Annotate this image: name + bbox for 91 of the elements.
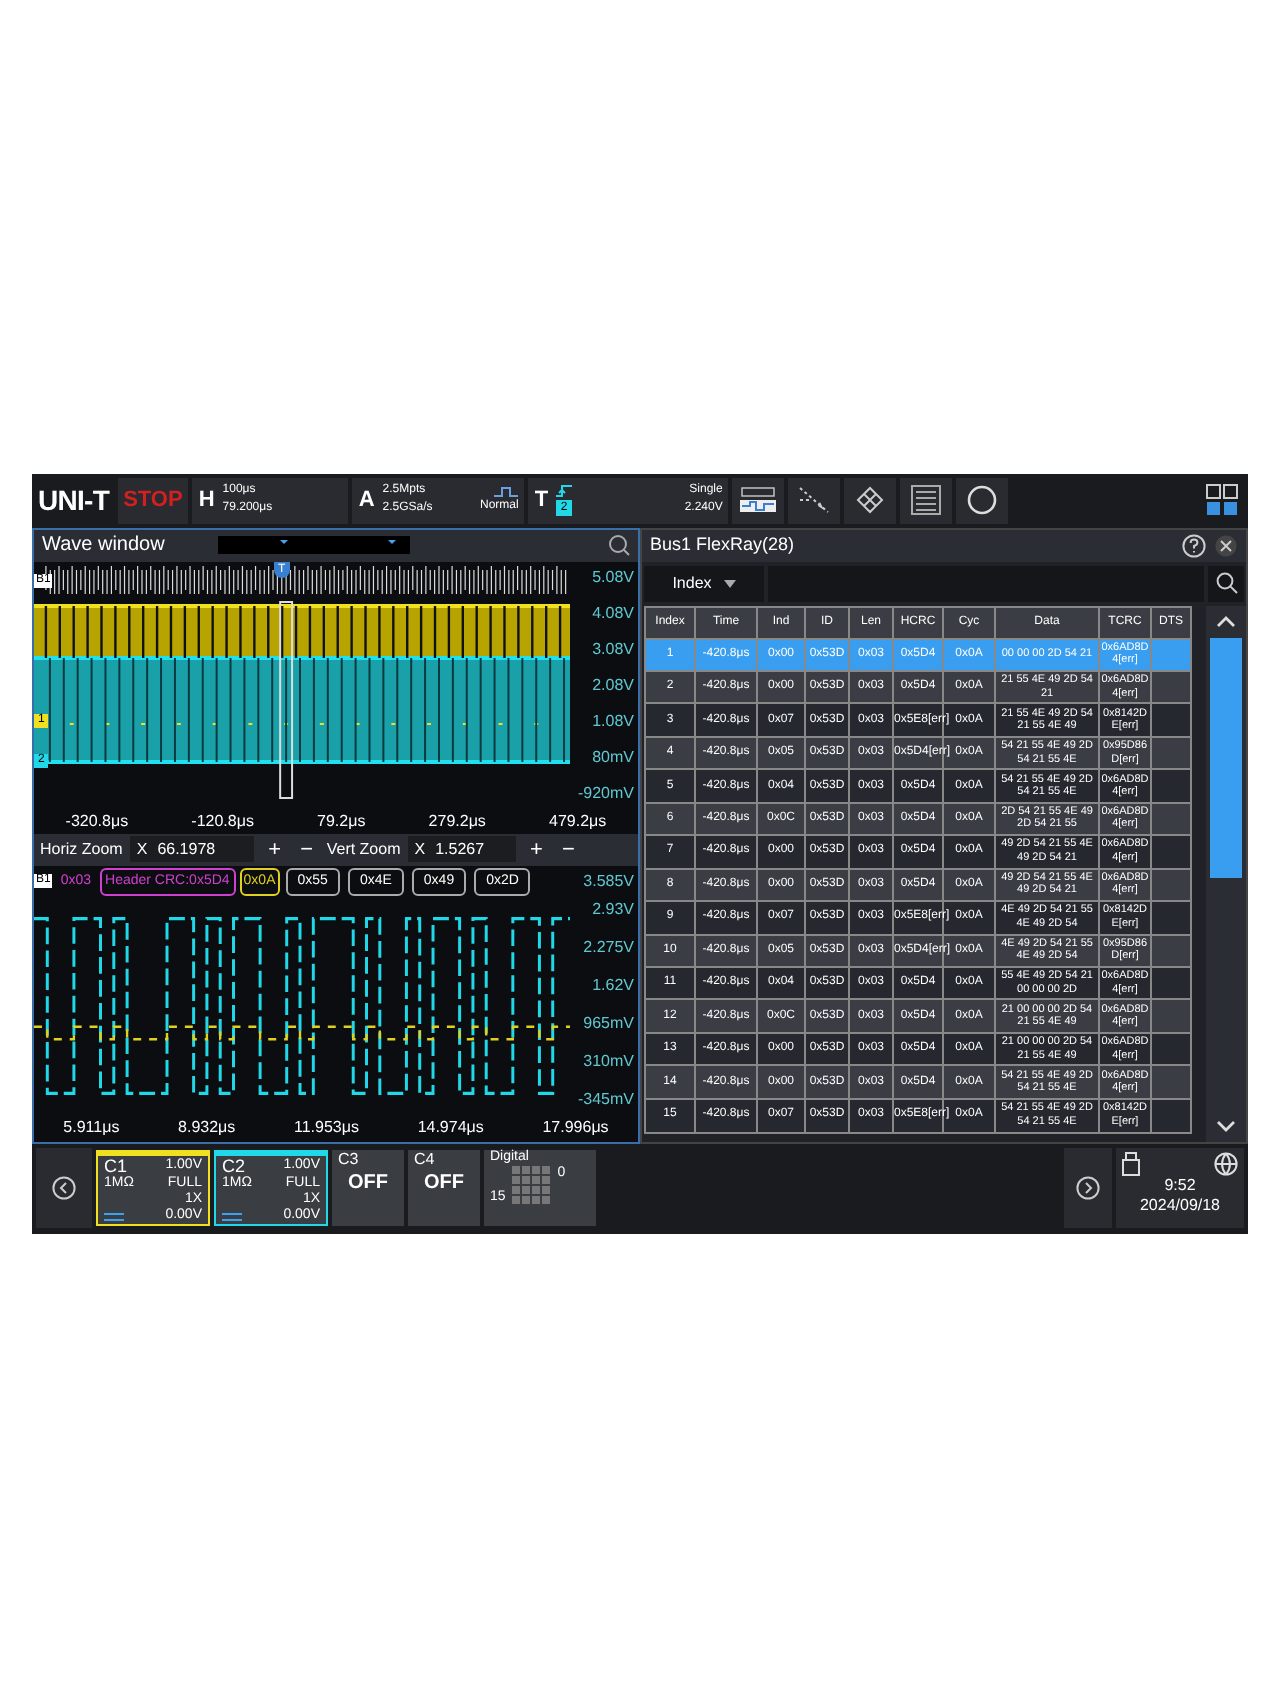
scrollbar-thumb[interactable] bbox=[1210, 637, 1242, 877]
time-label: -120.8μs bbox=[191, 809, 254, 833]
voltage-label: 5.08V bbox=[592, 565, 634, 589]
channel-card[interactable]: C4 OFF bbox=[408, 1150, 480, 1226]
previous-button[interactable] bbox=[36, 1148, 92, 1228]
scroll-down-icon[interactable] bbox=[1216, 1117, 1236, 1133]
time-label: 5.911μs bbox=[63, 1115, 120, 1139]
waveform-icon bbox=[738, 486, 779, 514]
brand-logo: UNI-T bbox=[36, 481, 112, 519]
vert-zoom-field[interactable]: X 1.5267 bbox=[408, 836, 517, 862]
time-label: 8.932μs bbox=[178, 1115, 236, 1139]
usb-drive-icon[interactable] bbox=[1122, 1152, 1140, 1176]
circle-icon bbox=[966, 484, 999, 516]
voltage-label: 80mV bbox=[592, 745, 634, 769]
channel-name: C2 bbox=[222, 1158, 246, 1176]
search-icon bbox=[1215, 572, 1237, 594]
table-cell bbox=[1151, 835, 1191, 869]
horizontal-label: H bbox=[198, 485, 215, 516]
time-label: 11.953μs bbox=[294, 1115, 359, 1139]
voltage-label: 2.93V bbox=[592, 897, 634, 921]
voltage-label: -345mV bbox=[577, 1088, 634, 1113]
network-icon[interactable] bbox=[1214, 1152, 1238, 1176]
voltage-label: 3.585V bbox=[583, 869, 636, 893]
voltage-label: -920mV bbox=[577, 781, 634, 805]
voltage-label: 1.08V bbox=[592, 709, 634, 733]
channel-name: C1 bbox=[104, 1158, 128, 1176]
multiply-sign: X bbox=[414, 837, 426, 861]
multiply-sign: X bbox=[136, 837, 148, 861]
channel-name: C3 bbox=[338, 1150, 361, 1170]
voltage-label: 4.08V bbox=[592, 601, 634, 625]
voltage-label: 1.62V bbox=[592, 973, 634, 998]
voltage-label: 2.08V bbox=[592, 673, 634, 697]
panel-title: Bus1 FlexRay(28) bbox=[650, 531, 795, 558]
voltage-label: 310mV bbox=[583, 1050, 634, 1075]
measure-tool-button[interactable] bbox=[732, 477, 785, 523]
crosshatch-icon bbox=[854, 484, 887, 516]
table-cell bbox=[1151, 703, 1191, 737]
channel-state: OFF bbox=[422, 1170, 466, 1198]
time-label: 17.996μs bbox=[542, 1115, 609, 1139]
zoom-in-button[interactable]: + bbox=[262, 837, 287, 861]
channel-card[interactable]: C3 OFF bbox=[332, 1150, 404, 1226]
table-cell bbox=[1151, 769, 1191, 803]
clock-date: 2024/09/18 bbox=[1139, 1196, 1221, 1216]
help-icon[interactable] bbox=[1182, 533, 1206, 557]
trigger-label: T bbox=[534, 485, 549, 516]
table-cell bbox=[1151, 901, 1191, 935]
zoom-label: Vert Zoom bbox=[326, 837, 401, 861]
zoom-search-icon[interactable] bbox=[608, 534, 630, 556]
voltage-label: 3.08V bbox=[592, 637, 634, 661]
channel-state: OFF bbox=[346, 1170, 390, 1198]
clock-time: 9:52 bbox=[1164, 1176, 1196, 1196]
time-label: 79.2μs bbox=[317, 809, 366, 833]
scroll-up-icon[interactable] bbox=[1216, 613, 1236, 629]
caret-icon bbox=[723, 579, 736, 587]
close-icon[interactable] bbox=[1214, 533, 1238, 557]
zoom-in-button[interactable]: + bbox=[524, 837, 549, 861]
next-button[interactable] bbox=[1064, 1148, 1112, 1228]
zoom-out-button[interactable]: − bbox=[294, 837, 319, 861]
table-cell bbox=[1151, 999, 1191, 1033]
grid-icon bbox=[1206, 484, 1238, 516]
table-cell bbox=[1151, 1065, 1191, 1099]
coupling-icon bbox=[104, 1211, 124, 1221]
search-button[interactable] bbox=[1208, 565, 1244, 601]
time-label: 14.974μs bbox=[417, 1115, 484, 1139]
table-cell bbox=[1151, 638, 1191, 671]
zoom-value: 1.5267 bbox=[435, 837, 485, 861]
time-label: 479.2μs bbox=[549, 809, 607, 833]
time-label: -320.8μs bbox=[65, 809, 129, 833]
panel-title: Wave window bbox=[42, 532, 167, 560]
channel-name: C4 bbox=[414, 1150, 437, 1170]
math-tool-button[interactable] bbox=[844, 477, 897, 523]
filter-dropdown[interactable]: Index bbox=[644, 565, 764, 601]
digital-grid-icon bbox=[511, 1166, 552, 1206]
table-cell bbox=[1151, 1098, 1191, 1132]
document-tool-button[interactable] bbox=[900, 477, 953, 523]
search-field[interactable] bbox=[768, 565, 1204, 601]
voltage-label: 965mV bbox=[583, 1012, 634, 1037]
acquire-label: A bbox=[358, 485, 375, 516]
zoom-out-button[interactable]: − bbox=[556, 837, 581, 861]
pulse-icon bbox=[494, 485, 519, 497]
rising-edge-icon bbox=[556, 484, 573, 498]
coupling-icon bbox=[222, 1211, 242, 1221]
voltage-label: 2.275V bbox=[583, 935, 634, 960]
horiz-zoom-field[interactable]: X 66.1978 bbox=[130, 836, 255, 862]
time-label: 279.2μs bbox=[428, 809, 486, 833]
cursor-tool-button[interactable] bbox=[788, 477, 841, 523]
document-icon bbox=[910, 484, 943, 516]
search-tool-button[interactable] bbox=[956, 477, 1009, 523]
zoom-value: 66.1978 bbox=[157, 837, 216, 861]
zoom-label: Horiz Zoom bbox=[40, 837, 123, 861]
cursor-icon bbox=[796, 486, 833, 514]
